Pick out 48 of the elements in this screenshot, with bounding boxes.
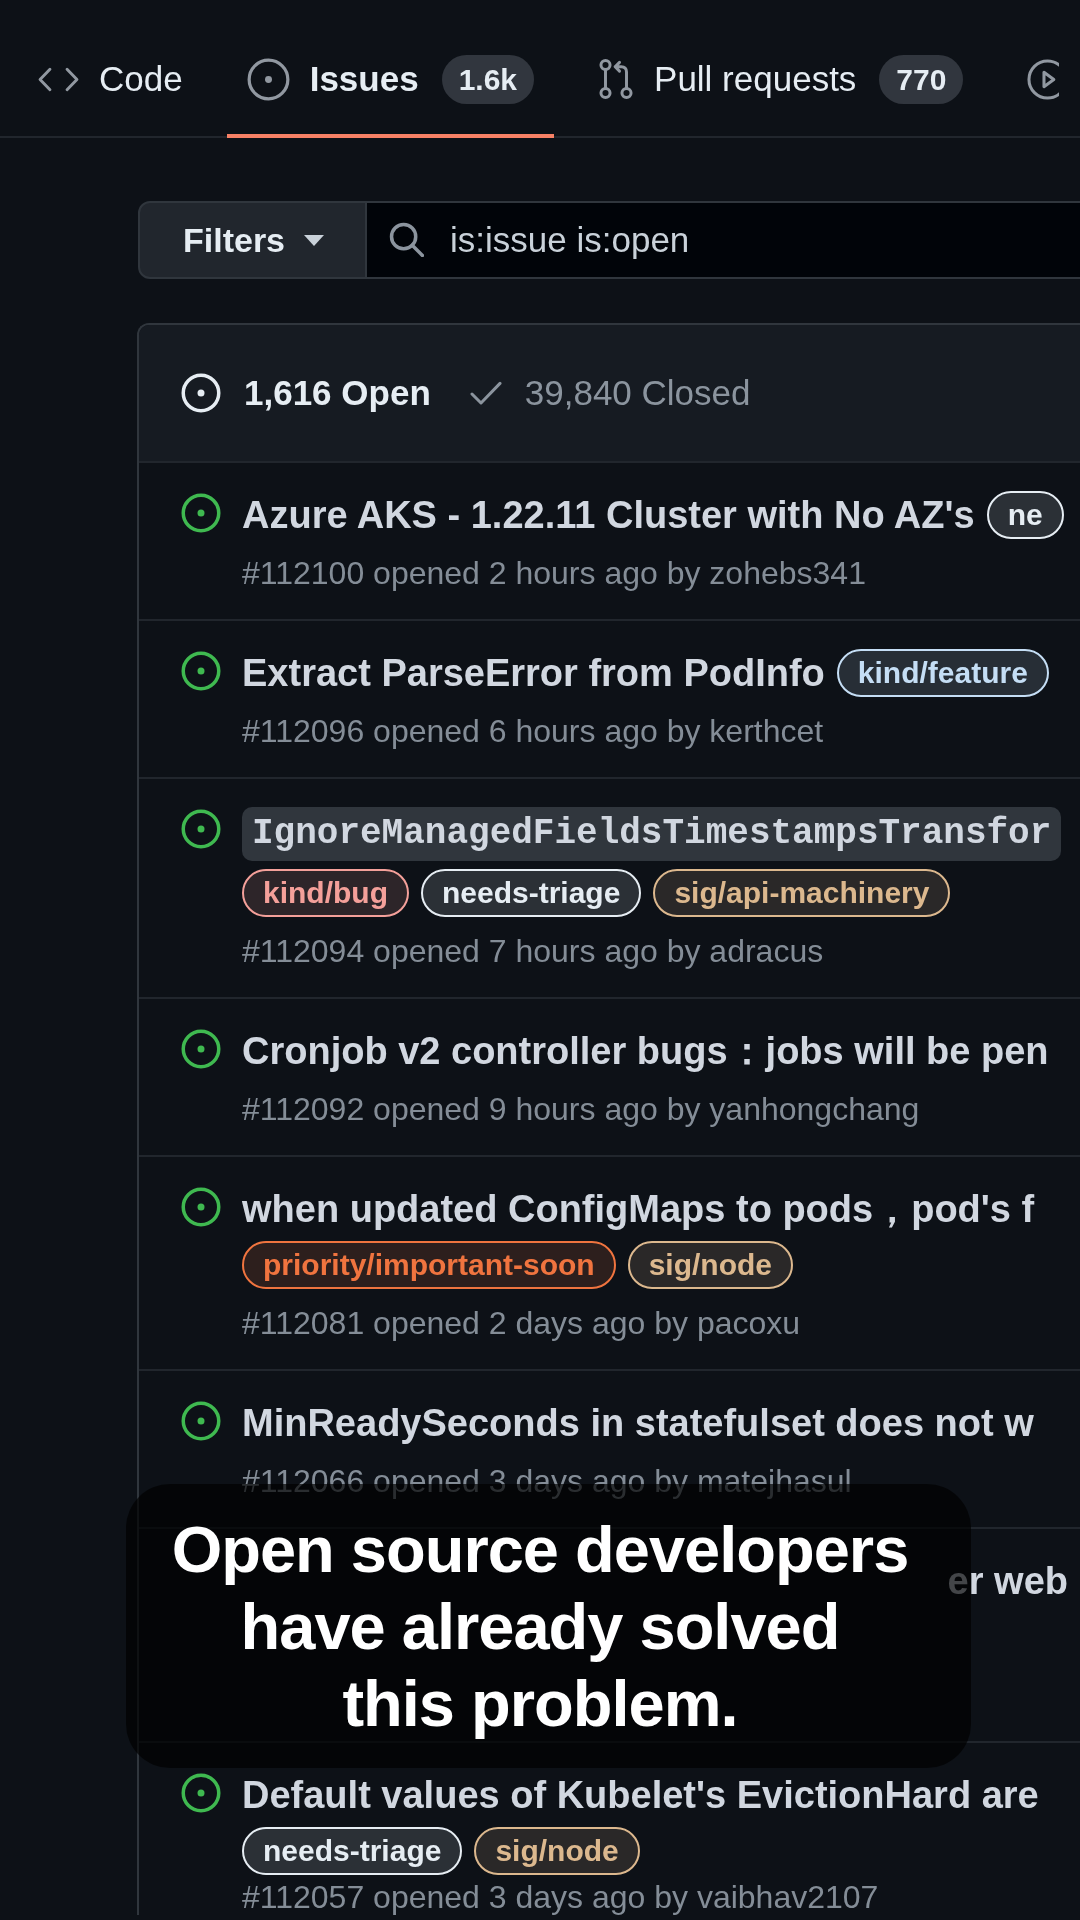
circle-dot-icon (181, 1401, 221, 1441)
circle-dot-icon (246, 57, 290, 101)
issue-title[interactable]: when updated ConfigMaps to pods，pod's f (242, 1185, 1035, 1233)
issue-label[interactable]: kind/feature (836, 649, 1049, 697)
search-icon (389, 222, 425, 257)
circle-dot-icon (181, 1029, 221, 1069)
issue-title[interactable]: IgnoreManagedFieldsTimestampsTransfor (242, 807, 1062, 861)
open-issues-link[interactable]: 1,616 Open (181, 373, 431, 413)
issue-label[interactable]: sig/node (474, 1827, 640, 1875)
counter-badge: 770 (879, 54, 964, 104)
issue-label[interactable]: kind/bug (242, 869, 409, 917)
caption-text: Open source developers have already solved this problem. (171, 1511, 909, 1742)
nav-tab[interactable]: Pull requests 770 (578, 24, 984, 138)
issue-title[interactable]: Default values of Kubelet's EvictionHard are (242, 1771, 1039, 1819)
nav-tab[interactable]: Issues 1.6k (226, 24, 555, 138)
issue-meta: #112081 opened 2 days ago by pacoxu (242, 1305, 801, 1341)
issue-label[interactable]: priority/important-soon (242, 1241, 616, 1289)
circle-dot-icon (181, 1773, 221, 1813)
issue-meta: #112057 opened 3 days ago by vaibhav2107 (242, 1879, 879, 1915)
issue-title[interactable]: MinReadySeconds in statefulset does not w (242, 1399, 1034, 1447)
circle-dot-icon (181, 373, 221, 413)
nav-tab[interactable]: Code (18, 24, 203, 138)
issue-meta: #112100 opened 2 hours ago by zohebs341 (242, 555, 866, 591)
issue-label[interactable]: sig/api-machinery (653, 869, 951, 917)
issue-meta: #112092 opened 9 hours ago by yanhongchang (242, 1091, 920, 1127)
issue-title[interactable]: Extract ParseError from PodInfo (242, 649, 825, 697)
circle-dot-icon (181, 493, 221, 533)
issue-label[interactable]: needs-triage (242, 1827, 463, 1875)
code-icon (38, 65, 79, 93)
issue-title[interactable]: er web (947, 1557, 1068, 1605)
filters-button[interactable]: Filters (138, 201, 368, 279)
issue-title[interactable]: Cronjob v2 controller bugs：jobs will be pen (242, 1027, 1049, 1075)
issue-label[interactable]: needs-triage (421, 869, 642, 917)
search-field[interactable]: is:issue is:open (367, 201, 1080, 279)
issue-meta: #112094 opened 7 hours ago by adracus (242, 933, 824, 969)
check-icon (469, 381, 502, 405)
issue-meta: #112066 opened 3 days ago by matejhasul (242, 1463, 852, 1499)
circle-dot-icon (181, 1187, 221, 1227)
counter-badge: 1.6k (441, 54, 535, 104)
issue-label[interactable]: sig/node (627, 1241, 793, 1289)
issue-meta: #112096 opened 6 hours ago by kerthcet (242, 713, 824, 749)
issue-title[interactable]: Azure AKS - 1.22.11 Cluster with No AZ's (242, 491, 975, 539)
circle-dot-icon (181, 651, 221, 691)
circle-dot-icon (181, 809, 221, 849)
pull-request-icon (598, 58, 635, 100)
closed-issues-link[interactable]: 39,840 Closed (469, 373, 751, 413)
caret-icon (304, 234, 325, 246)
issue-label[interactable]: ne (986, 491, 1064, 539)
